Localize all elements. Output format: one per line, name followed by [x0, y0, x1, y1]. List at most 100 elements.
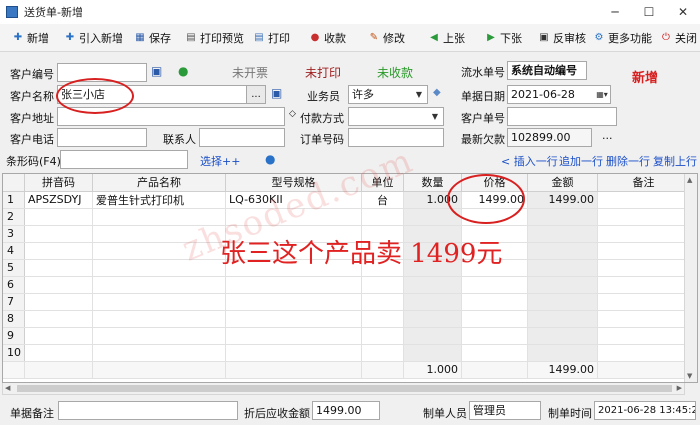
toolbar-button-4[interactable]: ▤ 打印 — [253, 28, 290, 48]
cell-note[interactable] — [597, 293, 690, 311]
toolbar-button-2[interactable]: ▦ 保存 — [134, 28, 171, 48]
cell-amount[interactable] — [527, 242, 598, 260]
cell-amount[interactable] — [527, 259, 598, 277]
select-more-link[interactable]: 选择++ — [200, 153, 240, 169]
cell-note[interactable] — [597, 276, 690, 294]
serial-input[interactable]: 系统自动编号 — [507, 61, 587, 80]
cell-model[interactable] — [225, 327, 362, 345]
cell-price[interactable] — [461, 327, 528, 345]
toolbar-button-10[interactable]: ⚙ 更多功能 — [593, 28, 652, 48]
contact-input[interactable] — [199, 128, 285, 147]
cell-code[interactable] — [24, 310, 93, 328]
receivable-input[interactable]: 1499.00 — [312, 401, 380, 420]
cell-code[interactable] — [24, 208, 93, 226]
salesman-select[interactable]: 许多 ▼ — [348, 85, 428, 104]
cell-amount[interactable] — [527, 327, 598, 345]
cell-note[interactable] — [597, 208, 690, 226]
column-header-amount[interactable]: 金额 — [527, 174, 598, 192]
copy-row-link[interactable]: 复制上行 — [653, 153, 697, 169]
toolbar-button-3[interactable]: ▤ 打印预览 — [185, 28, 244, 48]
table-row[interactable]: 8 — [3, 310, 690, 328]
column-header-code[interactable]: 拼音码 — [24, 174, 93, 192]
cell-code[interactable] — [24, 276, 93, 294]
cell-note[interactable] — [597, 344, 690, 362]
maximize-button[interactable]: ☐ — [632, 0, 666, 24]
toolbar-button-1[interactable]: ✚ 引入新增 — [64, 28, 123, 48]
cell-note[interactable] — [597, 242, 690, 260]
cell-qty[interactable] — [403, 276, 462, 294]
cell-note[interactable] — [597, 327, 690, 345]
window-close-button[interactable]: ✕ — [666, 0, 700, 24]
cell-code[interactable] — [24, 259, 93, 277]
customer-doc-input[interactable] — [507, 107, 617, 126]
scroll-left-icon[interactable]: ◀ — [5, 384, 10, 392]
cell-note[interactable] — [597, 225, 690, 243]
cell-code[interactable] — [24, 327, 93, 345]
globe-icon[interactable]: ● — [265, 152, 275, 166]
customer-search-icon[interactable]: ▣ — [151, 64, 162, 78]
column-header-name[interactable]: 产品名称 — [92, 174, 226, 192]
toolbar-button-8[interactable]: ▶ 下张 — [485, 28, 522, 48]
cell-qty[interactable] — [403, 293, 462, 311]
cell-amount[interactable] — [527, 276, 598, 294]
cell-qty[interactable] — [403, 310, 462, 328]
insert-row-link[interactable]: < 插入一行 — [501, 153, 558, 169]
cell-price[interactable] — [461, 310, 528, 328]
cell-name[interactable] — [92, 310, 226, 328]
vertical-scrollbar[interactable]: ▲ ▼ — [684, 174, 697, 382]
column-header-note[interactable]: 备注 — [597, 174, 690, 192]
append-row-link[interactable]: 追加一行 — [559, 153, 603, 169]
delete-row-link[interactable]: 删除一行 — [606, 153, 650, 169]
cell-model[interactable] — [225, 344, 362, 362]
toolbar-button-7[interactable]: ◀ 上张 — [428, 28, 465, 48]
customer-refresh-icon[interactable]: ● — [178, 64, 188, 78]
cell-model[interactable] — [225, 310, 362, 328]
customer-phone-input[interactable] — [57, 128, 147, 147]
scroll-up-icon[interactable]: ▲ — [687, 176, 692, 184]
debt-ellipsis-button[interactable]: ... — [602, 129, 613, 142]
cell-code[interactable] — [24, 242, 93, 260]
payment-select[interactable]: ▼ — [348, 107, 444, 126]
customer-name-ellipsis-button[interactable]: ... — [246, 85, 266, 104]
cell-amount[interactable]: 1499.00 — [527, 191, 598, 209]
remark-input[interactable] — [58, 401, 238, 420]
horizontal-scrollbar[interactable]: ◀ ▶ — [2, 383, 685, 395]
toolbar-button-5[interactable]: ● 收款 — [309, 28, 346, 48]
cell-unit[interactable] — [361, 293, 404, 311]
cell-name[interactable] — [92, 276, 226, 294]
table-row[interactable]: 2 — [3, 208, 690, 226]
toolbar-button-9[interactable]: ▣ 反审核 — [538, 28, 586, 48]
cell-unit[interactable] — [361, 276, 404, 294]
toolbar-button-11[interactable]: ⏻ 关闭 — [660, 28, 697, 48]
table-row[interactable]: 6 — [3, 276, 690, 294]
cell-code[interactable] — [24, 225, 93, 243]
cell-code[interactable] — [24, 344, 93, 362]
toolbar-button-0[interactable]: ✚ 新增 — [12, 28, 49, 48]
cell-unit[interactable] — [361, 327, 404, 345]
cell-price[interactable] — [461, 293, 528, 311]
cell-unit[interactable] — [361, 208, 404, 226]
cell-note[interactable] — [597, 310, 690, 328]
cell-name[interactable] — [92, 344, 226, 362]
minimize-button[interactable]: ─ — [598, 0, 632, 24]
cell-note[interactable] — [597, 191, 690, 209]
horizontal-scroll-thumb[interactable] — [17, 385, 672, 392]
cell-code[interactable] — [24, 293, 93, 311]
cell-unit[interactable] — [361, 310, 404, 328]
cell-amount[interactable] — [527, 344, 598, 362]
cell-code[interactable]: APSZSDYJ — [24, 191, 93, 209]
table-row[interactable]: 10 — [3, 344, 690, 362]
date-picker[interactable]: 2021-06-28 ▦▾ — [507, 85, 611, 104]
cell-model[interactable] — [225, 293, 362, 311]
eraser-icon[interactable]: ◆ — [433, 87, 441, 98]
cell-name[interactable] — [92, 327, 226, 345]
cell-qty[interactable] — [403, 344, 462, 362]
cell-note[interactable] — [597, 259, 690, 277]
cell-model[interactable] — [225, 276, 362, 294]
scroll-down-icon[interactable]: ▼ — [687, 372, 692, 380]
cell-amount[interactable] — [527, 310, 598, 328]
cell-price[interactable] — [461, 276, 528, 294]
scroll-right-icon[interactable]: ▶ — [677, 384, 682, 392]
cell-amount[interactable] — [527, 225, 598, 243]
cell-unit[interactable] — [361, 344, 404, 362]
